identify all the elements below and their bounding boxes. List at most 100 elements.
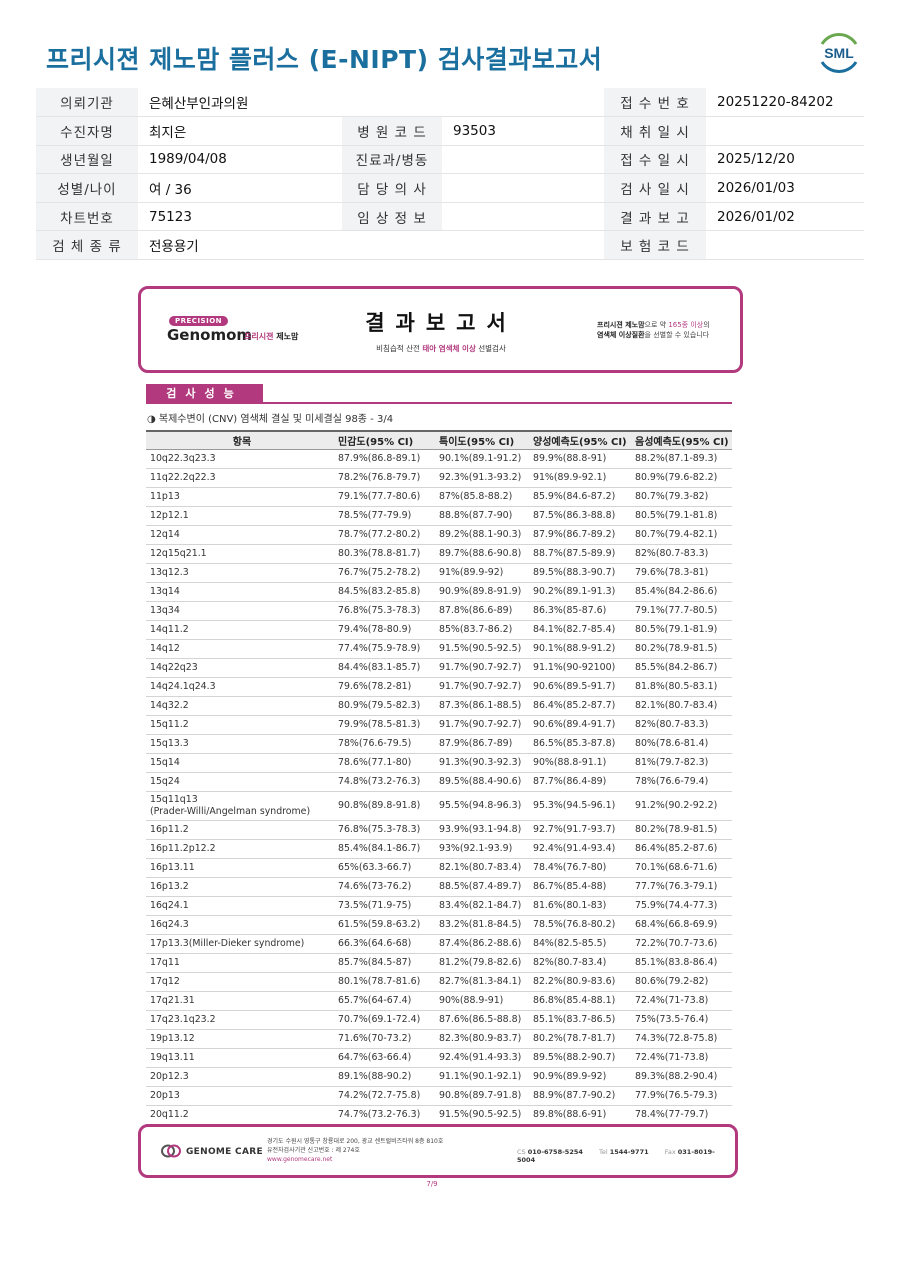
cell-ppv: 87.9%(86.7-89.2) [529, 525, 631, 545]
info-label: 임 상 정 보 [342, 202, 442, 232]
cell-sensitivity: 80.1%(78.7-81.6) [334, 972, 435, 992]
address-line-2: 유전자검사기관 신고번호 : 제 274호 [267, 1147, 360, 1154]
cell-npv: 78%(76.6-79.4) [631, 772, 732, 792]
cell-specificity: 90.1%(89.1-91.2) [435, 449, 529, 469]
table-row: 17p13.3(Miller-Dieker syndrome) 66.3%(64.… [146, 934, 732, 954]
cell-item: 20p13 [146, 1086, 334, 1106]
cell-item: 20q11.2 [146, 1105, 334, 1125]
cell-specificity: 90%(88.9-91) [435, 991, 529, 1011]
info-row: 차트번호 75123 임 상 정 보 결 과 보 고 2026/01/02 [36, 202, 864, 232]
cell-npv: 77.7%(76.3-79.1) [631, 877, 732, 897]
cell-ppv: 92.7%(91.7-93.7) [529, 820, 631, 840]
banner-right-disease: 염색체 이상질환 [597, 331, 645, 339]
cell-sensitivity: 74.8%(73.2-76.3) [334, 772, 435, 792]
cell-item: 20p12.3 [146, 1067, 334, 1087]
precision-badge: PRECISION [169, 316, 228, 326]
table-row: 13q14 84.5%(83.2-85.8) 90.9%(89.8-91.9) 90.… [146, 582, 732, 602]
banner-right-count: 165종 이상 [668, 321, 704, 329]
table-row: 14q11.2 79.4%(78-80.9) 85%(83.7-86.2) 84.1%… [146, 620, 732, 640]
table-row: 14q24.1q24.3 79.6%(78.2-81) 91.7%(90.7-92.… [146, 677, 732, 697]
info-label: 병 원 코 드 [342, 116, 442, 146]
info-value: 93503 [442, 116, 604, 146]
info-value [442, 145, 604, 175]
cell-item: 15q11q13 (Prader-Willi/Angelman syndrome… [146, 791, 334, 821]
cell-npv: 86.4%(85.2-87.6) [631, 839, 732, 859]
table-row: 15q14 78.6%(77.1-80) 91.3%(90.3-92.3) 90%(8… [146, 753, 732, 773]
info-value [442, 88, 604, 118]
info-value: 1989/04/08 [138, 145, 342, 175]
cell-sensitivity: 78%(76.6-79.5) [334, 734, 435, 754]
cell-npv: 82%(80.7-83.3) [631, 544, 732, 564]
cell-specificity: 82.3%(80.9-83.7) [435, 1029, 529, 1049]
cell-item: 14q12 [146, 639, 334, 659]
info-value: 2026/01/02 [706, 202, 864, 232]
cell-item: 13q34 [146, 601, 334, 621]
table-row: 13q12.3 76.7%(75.2-78.2) 91%(89.9-92) 89.5%… [146, 563, 732, 583]
cell-ppv: 84%(82.5-85.5) [529, 934, 631, 954]
cell-npv: 80.9%(79.6-82.2) [631, 468, 732, 488]
cell-specificity: 85%(83.7-86.2) [435, 620, 529, 640]
cell-npv: 72.2%(70.7-73.6) [631, 934, 732, 954]
genomom-sub-1: 프리시젼 [244, 332, 274, 341]
cell-sensitivity: 78.6%(77.1-80) [334, 753, 435, 773]
cell-npv: 81%(79.7-82.3) [631, 753, 732, 773]
info-label: 담 당 의 사 [342, 173, 442, 203]
cell-sensitivity: 85.4%(84.1-86.7) [334, 839, 435, 859]
report-title: 결과보고서 [365, 311, 517, 335]
info-label: 검 체 종 류 [36, 230, 138, 261]
cell-specificity: 91.5%(90.5-92.5) [435, 639, 529, 659]
page-title: 프리시젼 제노맘 플러스 (E-NIPT) 검사결과보고서 [46, 45, 603, 74]
cell-npv: 85.4%(84.2-86.6) [631, 582, 732, 602]
fax-label: Fax [664, 1148, 676, 1156]
cell-ppv: 82.2%(80.9-83.6) [529, 972, 631, 992]
cell-npv: 72.4%(71-73.8) [631, 1048, 732, 1068]
page-number: 7/9 [426, 1180, 438, 1188]
cell-sensitivity: 78.5%(77-79.9) [334, 506, 435, 526]
info-value: 2026/01/03 [706, 173, 864, 203]
cell-specificity: 81.2%(79.8-82.6) [435, 953, 529, 973]
cell-ppv: 82%(80.7-83.4) [529, 953, 631, 973]
cell-specificity: 90.8%(89.7-91.8) [435, 1086, 529, 1106]
cell-sensitivity: 78.7%(77.2-80.2) [334, 525, 435, 545]
performance-table: 항목 민감도(95% CI) 특이도(95% CI) 양성예측도(95% CI)… [146, 430, 732, 1125]
cell-specificity: 91.3%(90.3-92.3) [435, 753, 529, 773]
cell-item: 16p11.2 [146, 820, 334, 840]
cell-sensitivity: 64.7%(63-66.4) [334, 1048, 435, 1068]
info-row: 생년월일 1989/04/08 진료과/병동 접 수 일 시 2025/12/20 [36, 145, 864, 175]
info-value: 20251220-84202 [706, 88, 864, 118]
cell-item: 13q14 [146, 582, 334, 602]
cell-ppv: 90.9%(89.9-92) [529, 1067, 631, 1087]
info-value: 75123 [138, 202, 342, 232]
info-label: 수진자명 [36, 116, 138, 146]
address-line-1: 경기도 수원시 영통구 창룡대로 200, 광교 센트럴비즈타워 8층 810호 [267, 1138, 444, 1145]
subtitle-post: 선별검사 [478, 344, 506, 353]
cell-item: 16q24.3 [146, 915, 334, 935]
cell-npv: 70.1%(68.6-71.6) [631, 858, 732, 878]
table-row: 16p11.2 76.8%(75.3-78.3) 93.9%(93.1-94.8) 9… [146, 820, 732, 840]
section-header: 검사성능 [146, 384, 263, 403]
cell-ppv: 86.4%(85.2-87.7) [529, 696, 631, 716]
cell-specificity: 91.7%(90.7-92.7) [435, 715, 529, 735]
info-label: 결 과 보 고 [604, 202, 706, 232]
table-row: 16p13.2 74.6%(73-76.2) 88.5%(87.4-89.7) 86.… [146, 877, 732, 897]
cell-specificity: 93.9%(93.1-94.8) [435, 820, 529, 840]
info-label [342, 88, 442, 118]
cell-npv: 79.6%(78.3-81) [631, 563, 732, 583]
info-label [342, 230, 442, 261]
cell-npv: 80.7%(79.4-82.1) [631, 525, 732, 545]
cell-sensitivity: 90.8%(89.8-91.8) [334, 791, 435, 821]
cell-ppv: 87.5%(86.3-88.8) [529, 506, 631, 526]
table-row: 11p13 79.1%(77.7-80.6) 87%(85.8-88.2) 85.9%… [146, 487, 732, 507]
cell-specificity: 82.7%(81.3-84.1) [435, 972, 529, 992]
tel-label: Tel [598, 1148, 608, 1156]
cell-item: 17q12 [146, 972, 334, 992]
cell-specificity: 91.1%(90.1-92.1) [435, 1067, 529, 1087]
cell-sensitivity: 66.3%(64.6-68) [334, 934, 435, 954]
cell-item: 19p13.12 [146, 1029, 334, 1049]
cell-specificity: 87.3%(86.1-88.5) [435, 696, 529, 716]
cell-ppv: 86.8%(85.4-88.1) [529, 991, 631, 1011]
table-row: 17q21.31 65.7%(64-67.4) 90%(88.9-91) 86.8%(… [146, 991, 732, 1011]
info-label: 검 사 일 시 [604, 173, 706, 203]
cell-ppv: 86.7%(85.4-88) [529, 877, 631, 897]
cell-specificity: 91.7%(90.7-92.7) [435, 677, 529, 697]
